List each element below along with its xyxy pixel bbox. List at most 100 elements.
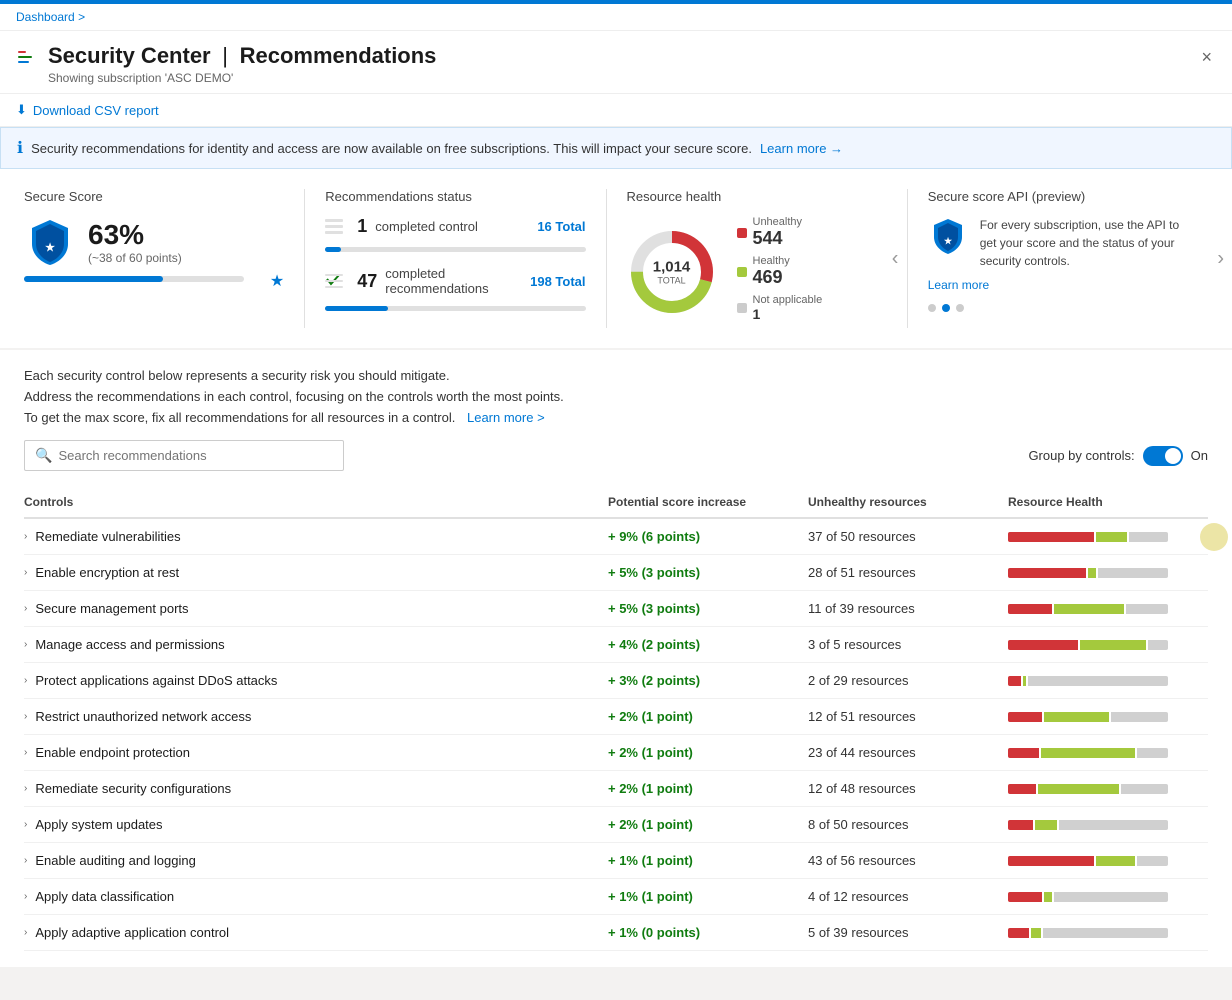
health-bar <box>1008 532 1168 542</box>
resource-health-title: Resource health <box>627 189 887 204</box>
group-toggle-on-label: On <box>1191 448 1208 463</box>
table-row[interactable]: › Apply adaptive application control + 1… <box>24 915 1208 951</box>
chevron-icon[interactable]: › <box>24 855 27 866</box>
hb-red <box>1008 604 1052 614</box>
na-dot <box>737 303 747 313</box>
score-subtitle: (~38 of 60 points) <box>88 251 182 265</box>
health-bar-cell <box>1008 532 1208 542</box>
chevron-icon[interactable]: › <box>24 819 27 830</box>
breadcrumb[interactable]: Dashboard > <box>0 4 1232 31</box>
score-value: + 2% (1 point) <box>608 817 693 832</box>
score-values: 63% (~38 of 60 points) <box>88 219 182 265</box>
secure-score-title: Secure Score <box>24 189 284 204</box>
carousel-arrow-left[interactable]: ‹ <box>892 247 899 270</box>
health-bar-cell <box>1008 604 1208 614</box>
table-row[interactable]: › Remediate security configurations + 2%… <box>24 771 1208 807</box>
chevron-icon[interactable]: › <box>24 747 27 758</box>
completed-controls-num: 1 <box>357 216 367 237</box>
hb-red <box>1008 532 1094 542</box>
row-resources: 11 of 39 resources <box>808 601 1008 616</box>
hb-gray <box>1098 568 1168 578</box>
chevron-icon[interactable]: › <box>24 603 27 614</box>
info-icon: ℹ <box>17 138 23 158</box>
row-score: + 1% (1 point) <box>608 889 808 904</box>
banner-learn-more-link[interactable]: Learn more → <box>760 141 843 156</box>
chevron-icon[interactable]: › <box>24 567 27 578</box>
col-resources-header: Unhealthy resources <box>808 495 1008 509</box>
table-row[interactable]: › Remediate vulnerabilities + 9% (6 poin… <box>24 519 1208 555</box>
hb-red <box>1008 820 1033 830</box>
download-csv-button[interactable]: ⬇ Download CSV report <box>16 102 159 118</box>
control-name: Enable encryption at rest <box>35 565 179 580</box>
row-resources: 12 of 51 resources <box>808 709 1008 724</box>
table-row[interactable]: › Enable endpoint protection + 2% (1 poi… <box>24 735 1208 771</box>
info-banner: ℹ Security recommendations for identity … <box>0 127 1232 169</box>
chevron-icon[interactable]: › <box>24 711 27 722</box>
chevron-icon[interactable]: › <box>24 783 27 794</box>
hb-gray <box>1054 892 1168 902</box>
api-learn-more-link[interactable]: Learn more <box>928 278 989 292</box>
score-value: + 2% (1 point) <box>608 709 693 724</box>
row-name: › Apply adaptive application control <box>24 925 608 940</box>
table-row[interactable]: › Enable encryption at rest + 5% (3 poin… <box>24 555 1208 591</box>
search-input[interactable] <box>58 448 333 463</box>
control-name: Enable auditing and logging <box>35 853 195 868</box>
control-name: Apply data classification <box>35 889 174 904</box>
api-description: For every subscription, use the API to g… <box>980 216 1188 270</box>
table-row[interactable]: › Restrict unauthorized network access +… <box>24 699 1208 735</box>
search-icon: 🔍 <box>35 447 52 464</box>
table-row[interactable]: › Apply data classification + 1% (1 poin… <box>24 879 1208 915</box>
unhealthy-dot <box>737 228 747 238</box>
hb-red <box>1008 892 1042 902</box>
description-text: Each security control below represents a… <box>24 366 1208 428</box>
svg-text:★: ★ <box>944 236 953 246</box>
donut-label: 1,014 TOTAL <box>653 259 691 286</box>
group-toggle-switch[interactable] <box>1143 446 1183 466</box>
carousel-dot-1[interactable] <box>942 304 950 312</box>
search-box[interactable]: 🔍 <box>24 440 344 471</box>
carousel-dot-2[interactable] <box>956 304 964 312</box>
health-bar-cell <box>1008 892 1208 902</box>
chevron-icon[interactable]: › <box>24 675 27 686</box>
chevron-icon[interactable]: › <box>24 639 27 650</box>
desc-line3: To get the max score, fix all recommenda… <box>24 410 455 425</box>
carousel-arrow-right[interactable]: › <box>1217 247 1224 270</box>
health-bar-cell <box>1008 784 1208 794</box>
hb-red <box>1008 712 1042 722</box>
hb-gray <box>1043 928 1168 938</box>
menu-icon <box>16 47 38 72</box>
health-bar <box>1008 784 1168 794</box>
row-score: + 9% (6 points) <box>608 529 808 544</box>
rec-recs-row: 47 completed recommendations 198 Total <box>325 266 585 296</box>
carousel-dot-0[interactable] <box>928 304 936 312</box>
close-button[interactable]: × <box>1197 43 1216 72</box>
hb-red <box>1008 784 1036 794</box>
resource-health-legend: Unhealthy 544 Healthy 469 Not applicable <box>737 216 823 328</box>
health-bar <box>1008 856 1168 866</box>
resource-health-inner: 1,014 TOTAL Unhealthy 544 Healthy 469 <box>627 216 887 328</box>
chevron-icon[interactable]: › <box>24 927 27 938</box>
hb-green <box>1031 928 1041 938</box>
hb-green <box>1035 820 1056 830</box>
healthy-count: 469 <box>753 267 790 288</box>
table-row[interactable]: › Apply system updates + 2% (1 point) 8 … <box>24 807 1208 843</box>
table-row[interactable]: › Manage access and permissions + 4% (2 … <box>24 627 1208 663</box>
control-name: Protect applications against DDoS attack… <box>35 673 277 688</box>
learn-more-link[interactable]: Learn more > <box>467 410 545 425</box>
chevron-icon[interactable]: › <box>24 531 27 542</box>
completed-recs-total: 198 Total <box>530 274 585 289</box>
table-row[interactable]: › Enable auditing and logging + 1% (1 po… <box>24 843 1208 879</box>
breadcrumb-dashboard[interactable]: Dashboard <box>16 10 75 24</box>
healthy-dot <box>737 267 747 277</box>
row-resources: 23 of 44 resources <box>808 745 1008 760</box>
score-value: + 2% (1 point) <box>608 745 693 760</box>
chevron-icon[interactable]: › <box>24 891 27 902</box>
controls-section: Each security control below represents a… <box>0 350 1232 967</box>
row-resources: 43 of 56 resources <box>808 853 1008 868</box>
hb-gray <box>1059 820 1168 830</box>
desc-line2: Address the recommendations in each cont… <box>24 389 564 404</box>
shield-icon: ★ <box>24 216 76 268</box>
table-row[interactable]: › Protect applications against DDoS atta… <box>24 663 1208 699</box>
table-row[interactable]: › Secure management ports + 5% (3 points… <box>24 591 1208 627</box>
breadcrumb-sep: > <box>78 10 85 24</box>
